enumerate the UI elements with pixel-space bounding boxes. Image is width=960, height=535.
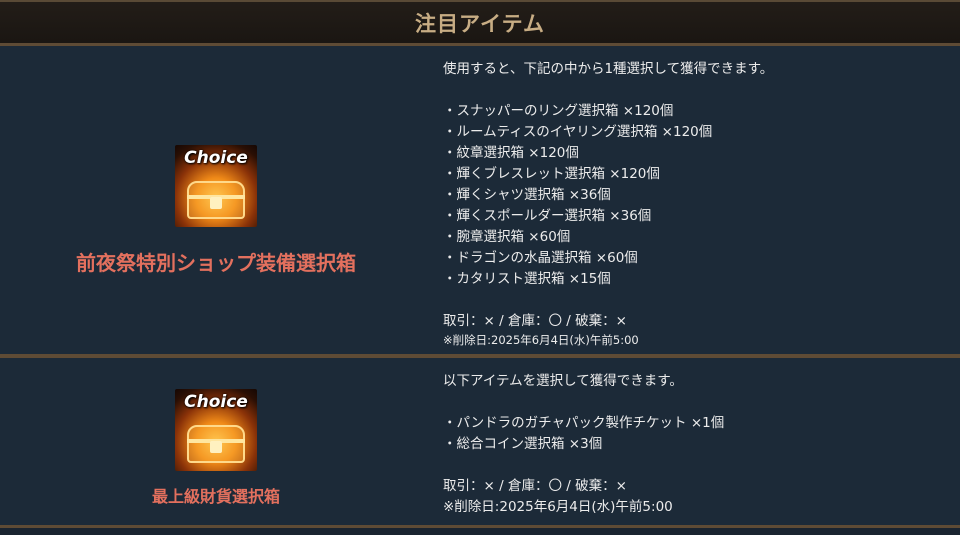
list-item: ・紋章選択箱 ×120個 <box>443 145 579 161</box>
icon-choice-text: Choice <box>184 147 248 168</box>
item-name: 前夜祭特別ショップ装備選択箱 <box>76 250 356 275</box>
deletion-date: ※削除日:2025年6月4日(水)午前5:00 <box>443 333 639 347</box>
section-header: 注目アイテム <box>0 0 960 46</box>
list-item: ・輝くスポールダー選択箱 ×36個 <box>443 208 652 224</box>
chest-lock <box>210 196 222 209</box>
list-item: ・パンドラのガチャパック製作チケット ×1個 <box>443 415 725 431</box>
item-description: 使用すると、下記の中から1種選択して獲得できます。 <box>443 61 774 77</box>
trade-rules: 取引：× / 倉庫：〇 / 破棄：× <box>443 478 627 494</box>
chest-lock <box>210 440 222 453</box>
list-item: ・輝くブレスレット選択箱 ×120個 <box>443 166 660 182</box>
item-contents-list: ・スナッパーのリング選択箱 ×120個 ・ルームティスのイヤリング選択箱 ×12… <box>443 101 960 290</box>
trade-rules: 取引：× / 倉庫：〇 / 破棄：× <box>443 313 627 329</box>
list-item: ・総合コイン選択箱 ×3個 <box>443 436 603 452</box>
deletion-date: ※削除日:2025年6月4日(水)午前5:00 <box>443 499 673 515</box>
item-description: 以下アイテムを選択して獲得できます。 <box>443 373 683 389</box>
treasure-chest-icon: Choice <box>175 144 257 227</box>
list-item: ・カタリスト選択箱 ×15個 <box>443 271 611 287</box>
list-item: ・ルームティスのイヤリング選択箱 ×120個 <box>443 124 713 140</box>
section-title: 注目アイテム <box>415 11 545 36</box>
item-summary: Choice 前夜祭特別ショップ装備選択箱 <box>0 46 432 354</box>
item-details: 使用すると、下記の中から1種選択して獲得できます。 ・スナッパーのリング選択箱 … <box>432 46 960 354</box>
list-item: ・スナッパーのリング選択箱 ×120個 <box>443 103 674 119</box>
list-item: ・ドラゴンの水晶選択箱 ×60個 <box>443 250 638 266</box>
item-contents-list: ・パンドラのガチャパック製作チケット ×1個 ・総合コイン選択箱 ×3個 <box>443 413 960 455</box>
list-item: ・腕章選択箱 ×60個 <box>443 229 571 245</box>
treasure-chest-icon: Choice <box>175 388 257 471</box>
item-row: Choice 最上級財貨選択箱 以下アイテムを選択して獲得できます。 ・パンドラ… <box>0 358 960 528</box>
item-row: Choice 前夜祭特別ショップ装備選択箱 使用すると、下記の中から1種選択して… <box>0 46 960 358</box>
list-item: ・輝くシャツ選択箱 ×36個 <box>443 187 611 203</box>
item-details: 以下アイテムを選択して獲得できます。 ・パンドラのガチャパック製作チケット ×1… <box>432 358 960 525</box>
item-name: 最上級財貨選択箱 <box>151 486 280 506</box>
icon-choice-text: Choice <box>184 391 248 412</box>
item-summary: Choice 最上級財貨選択箱 <box>0 358 432 525</box>
